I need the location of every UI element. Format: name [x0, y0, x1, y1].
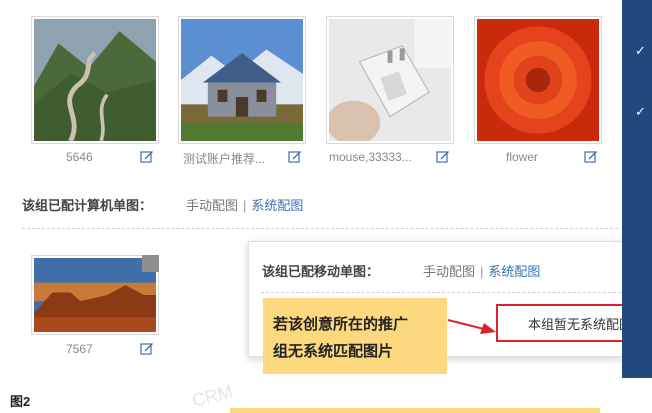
link-separator: | — [480, 264, 484, 279]
watermark-text: CRM — [190, 381, 235, 411]
link-separator: | — [243, 198, 247, 213]
thumbnail-flower[interactable] — [474, 16, 602, 144]
computer-image-links: 手动配图 | 系统配图 — [186, 195, 303, 214]
thumbnail-corner-badge — [142, 255, 159, 272]
edit-icon[interactable] — [288, 149, 302, 163]
thumbnail-castle[interactable] — [178, 16, 306, 144]
thumbnail-power-adapter[interactable] — [326, 16, 454, 144]
edit-icon[interactable] — [140, 341, 154, 355]
callout-line-2: 组无系统匹配图片 — [273, 343, 394, 360]
power-adapter-image — [329, 19, 451, 141]
thumbnail-desert[interactable] — [31, 255, 159, 335]
edit-icon[interactable] — [436, 149, 450, 163]
callout-line-1: 若该创意所在的推广 — [273, 316, 409, 333]
computer-image-row-label: 该组已配计算机单图： — [22, 198, 153, 213]
mountain-road-image — [34, 19, 156, 141]
desert-mesa-image — [34, 258, 156, 332]
mobile-image-links: 手动配图 | 系统配图 — [423, 261, 540, 280]
figure-label: 图2 — [10, 394, 31, 409]
popup-divider — [261, 292, 641, 293]
manual-image-link[interactable]: 手动配图 — [423, 264, 475, 279]
thumbnail-mountain-road[interactable] — [31, 16, 159, 144]
manual-image-link[interactable]: 手动配图 — [186, 198, 238, 213]
check-icon: ✓ — [635, 43, 646, 58]
thumbnail-caption: 7567 — [66, 342, 93, 356]
castle-image — [181, 19, 303, 141]
check-icon: ✓ — [635, 104, 646, 119]
section-divider — [22, 228, 618, 229]
thumbnail-caption: flower — [506, 150, 539, 164]
bottom-highlight-strip — [230, 408, 600, 413]
red-flower-image — [477, 19, 599, 141]
system-image-link[interactable]: 系统配图 — [488, 264, 540, 279]
thumbnail-caption: mouse,33333... — [329, 150, 412, 164]
arrow-icon — [447, 319, 496, 334]
system-image-link[interactable]: 系统配图 — [251, 198, 303, 213]
edit-icon[interactable] — [140, 149, 154, 163]
edit-icon[interactable] — [584, 149, 598, 163]
thumbnail-caption: 5646 — [66, 150, 93, 164]
thumbnail-caption: 测试账户推荐... — [183, 152, 266, 166]
mobile-image-row-label: 该组已配移动单图： — [262, 264, 380, 279]
annotation-callout: 若该创意所在的推广 组无系统匹配图片 — [263, 298, 447, 374]
right-sidebar: ✓ ✓ — [622, 0, 652, 378]
